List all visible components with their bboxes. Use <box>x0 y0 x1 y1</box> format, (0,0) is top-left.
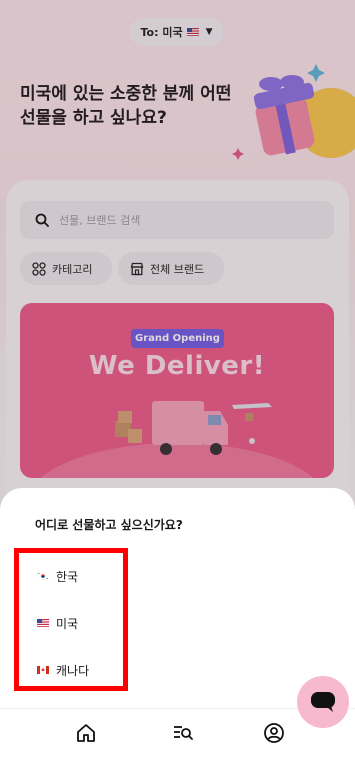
option-usa-label: 미국 <box>56 616 79 631</box>
sheet-title: 어디로 선물하고 싶으신가요? <box>35 518 183 532</box>
option-canada[interactable]: 캐나다 <box>37 660 89 680</box>
option-korea-label: 한국 <box>56 569 79 584</box>
option-usa[interactable]: 미국 <box>37 613 78 633</box>
search-list-icon[interactable] <box>172 722 194 744</box>
profile-icon[interactable] <box>263 722 285 744</box>
chat-icon <box>311 692 335 712</box>
option-korea[interactable]: 한국 <box>37 566 78 586</box>
option-canada-label: 캐나다 <box>56 663 90 678</box>
ca-flag-icon <box>37 666 49 674</box>
home-icon[interactable] <box>75 722 97 744</box>
kr-flag-icon <box>37 572 49 580</box>
destination-sheet: 어디로 선물하고 싶으신가요? 한국 미국 캐나다 <box>0 488 355 761</box>
chat-button[interactable] <box>297 676 349 728</box>
country-options: 한국 미국 캐나다 <box>14 548 128 691</box>
us-flag-icon <box>37 619 49 627</box>
home-screen: To: 미국 ▼ 미국에 있는 소중한 분께 어떤 선물을 하고 싶나요? 선물… <box>0 0 355 761</box>
